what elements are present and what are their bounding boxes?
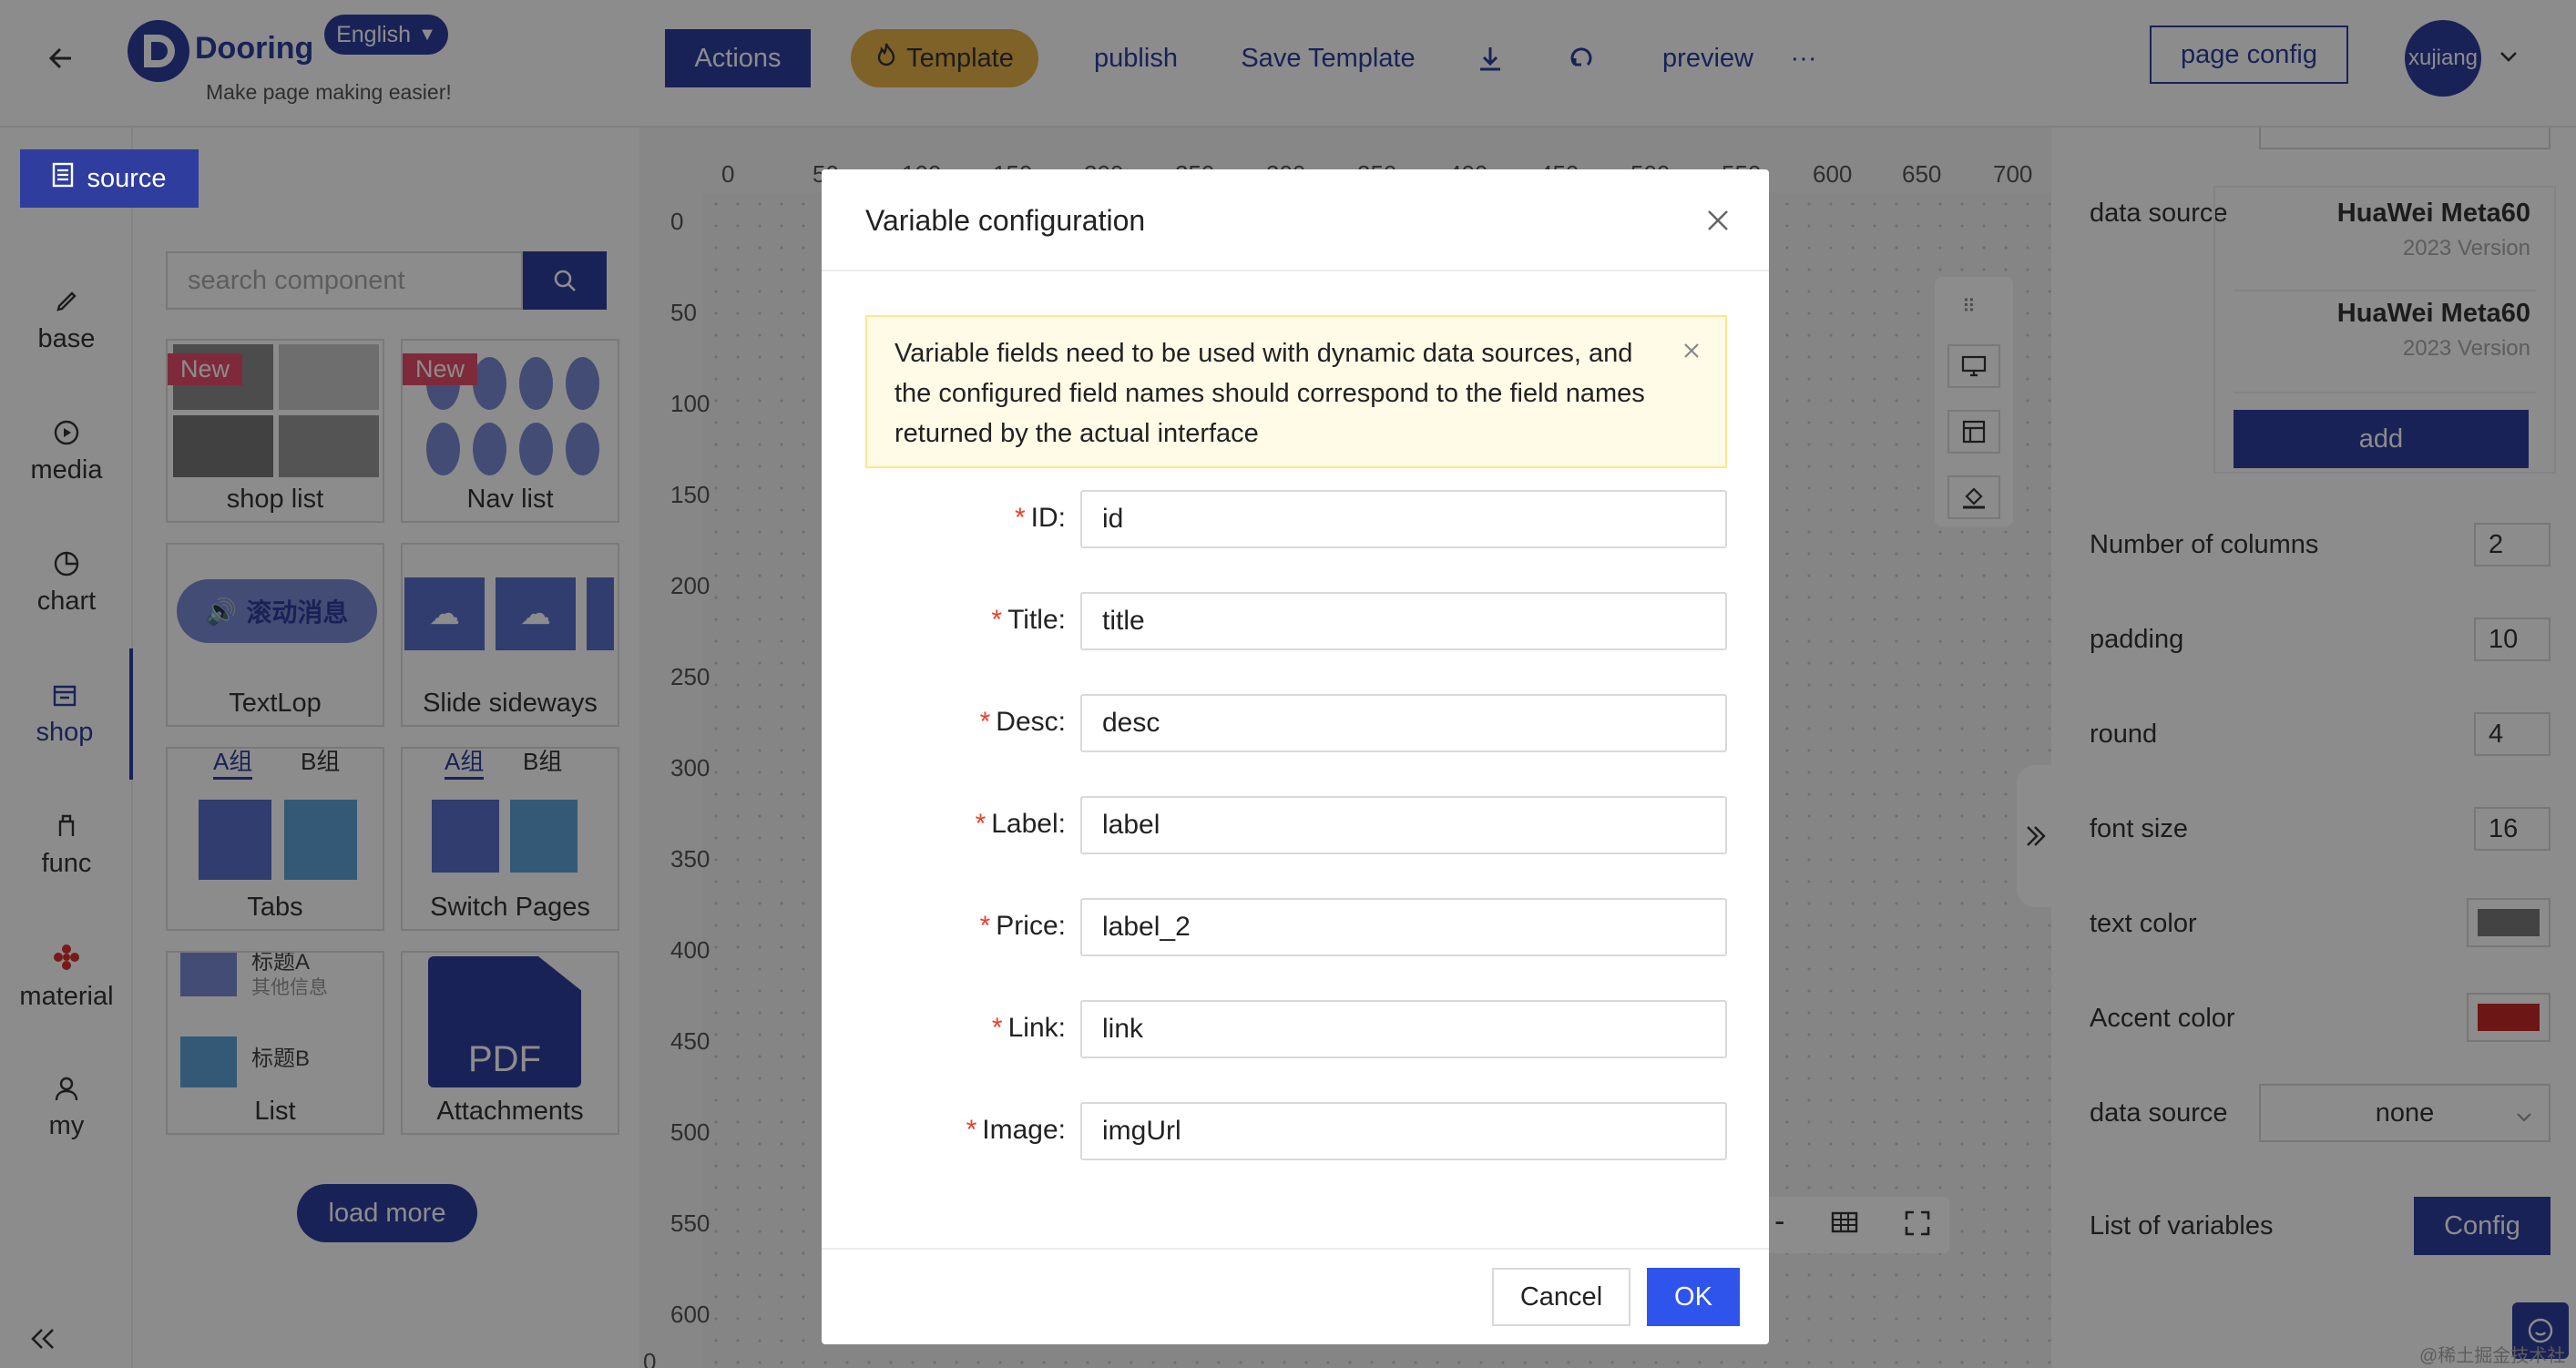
source-label: source — [87, 163, 167, 193]
field-label-text: ID — [1030, 503, 1058, 533]
modal-footer-divider — [822, 1248, 1769, 1250]
field-label-image: * Image: — [966, 1115, 1066, 1145]
price-input[interactable]: label_2 — [1080, 898, 1727, 956]
field-label-text: Price — [996, 911, 1058, 941]
field-label-text: Label — [991, 809, 1058, 839]
field-label-price: * Price: — [979, 911, 1066, 941]
form-row-desc: * Desc: desc — [822, 694, 1769, 752]
field-label-id: * ID: — [1014, 503, 1066, 533]
form-row-label: * Label: label — [822, 796, 1769, 854]
id-input[interactable]: id — [1080, 490, 1727, 548]
source-icon — [52, 162, 74, 195]
form-row-image: * Image: imgUrl — [822, 1102, 1769, 1160]
field-label-text: Image — [982, 1115, 1058, 1145]
field-label-title: * Title: — [991, 605, 1066, 635]
link-input[interactable]: link — [1080, 1000, 1727, 1058]
alert-close-icon[interactable] — [1682, 341, 1703, 362]
field-label-text: Desc — [996, 707, 1058, 737]
field-label-text: Title — [1007, 605, 1058, 635]
field-label-text: Link — [1007, 1013, 1058, 1043]
close-icon[interactable] — [1703, 206, 1736, 239]
modal-title: Variable configuration — [865, 204, 1146, 237]
ok-button[interactable]: OK — [1647, 1268, 1740, 1326]
modal-header-divider — [822, 270, 1769, 271]
field-label-label: * Label: — [975, 809, 1066, 839]
image-input[interactable]: imgUrl — [1080, 1102, 1727, 1160]
field-label-desc: * Desc: — [979, 707, 1066, 737]
desc-input[interactable]: desc — [1080, 694, 1727, 752]
form-row-id: * ID: id — [822, 490, 1769, 548]
field-label-link: * Link: — [991, 1013, 1066, 1043]
cancel-button[interactable]: Cancel — [1492, 1268, 1630, 1326]
title-input[interactable]: title — [1080, 592, 1727, 650]
label-input[interactable]: label — [1080, 796, 1727, 854]
form-row-title: * Title: title — [822, 592, 1769, 650]
alert-text: Variable fields need to be used with dyn… — [894, 339, 1645, 448]
form-row-price: * Price: label_2 — [822, 898, 1769, 956]
source-button[interactable]: source — [20, 149, 199, 208]
form-row-link: * Link: link — [822, 1000, 1769, 1058]
alert-banner: Variable fields need to be used with dyn… — [865, 315, 1727, 468]
variable-config-modal: Variable configuration Variable fields n… — [822, 169, 1769, 1344]
